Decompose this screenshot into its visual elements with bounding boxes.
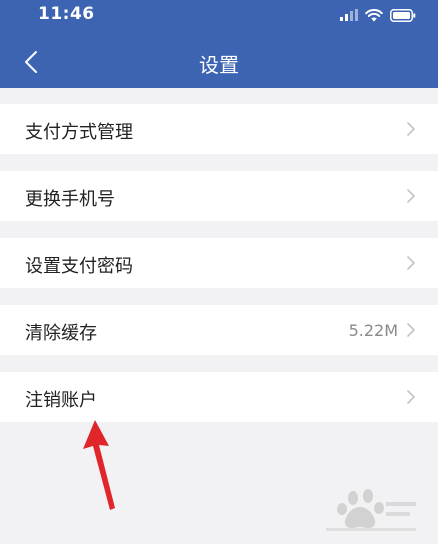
wifi-icon	[365, 8, 383, 21]
page-title: 设置	[199, 53, 239, 77]
chevron-right-icon	[407, 122, 415, 136]
status-bar: 11:46	[0, 0, 438, 30]
status-time: 11:46	[38, 4, 95, 24]
settings-item-payment-methods[interactable]: 支付方式管理	[0, 104, 438, 154]
baidu-paw-logo	[326, 489, 416, 531]
battery-icon	[390, 8, 416, 22]
app-header: 11:46 设置	[0, 0, 438, 88]
chevron-right-icon	[407, 189, 415, 203]
chevron-right-icon	[407, 256, 415, 270]
settings-item-label: 更换手机号	[25, 189, 115, 210]
nav-bar: 设置	[0, 36, 438, 88]
settings-item-change-phone[interactable]: 更换手机号	[0, 171, 438, 221]
settings-item-clear-cache[interactable]: 清除缓存 5.22M	[0, 305, 438, 355]
chevron-right-icon	[407, 390, 415, 404]
settings-item-payment-password[interactable]: 设置支付密码	[0, 238, 438, 288]
settings-item-label: 清除缓存	[25, 323, 97, 344]
settings-item-label: 注销账户	[25, 390, 97, 411]
signal-icon	[340, 9, 358, 21]
settings-item-delete-account[interactable]: 注销账户	[0, 372, 438, 422]
cache-size-value: 5.22M	[348, 321, 398, 340]
settings-list: 支付方式管理 更换手机号 设置支付密码 清除缓存 5.22M 注销账户	[0, 104, 438, 439]
settings-item-label: 支付方式管理	[25, 122, 133, 143]
status-icons	[340, 6, 416, 24]
red-arrow-icon	[83, 420, 115, 510]
chevron-right-icon	[407, 323, 415, 337]
settings-item-label: 设置支付密码	[25, 256, 133, 277]
